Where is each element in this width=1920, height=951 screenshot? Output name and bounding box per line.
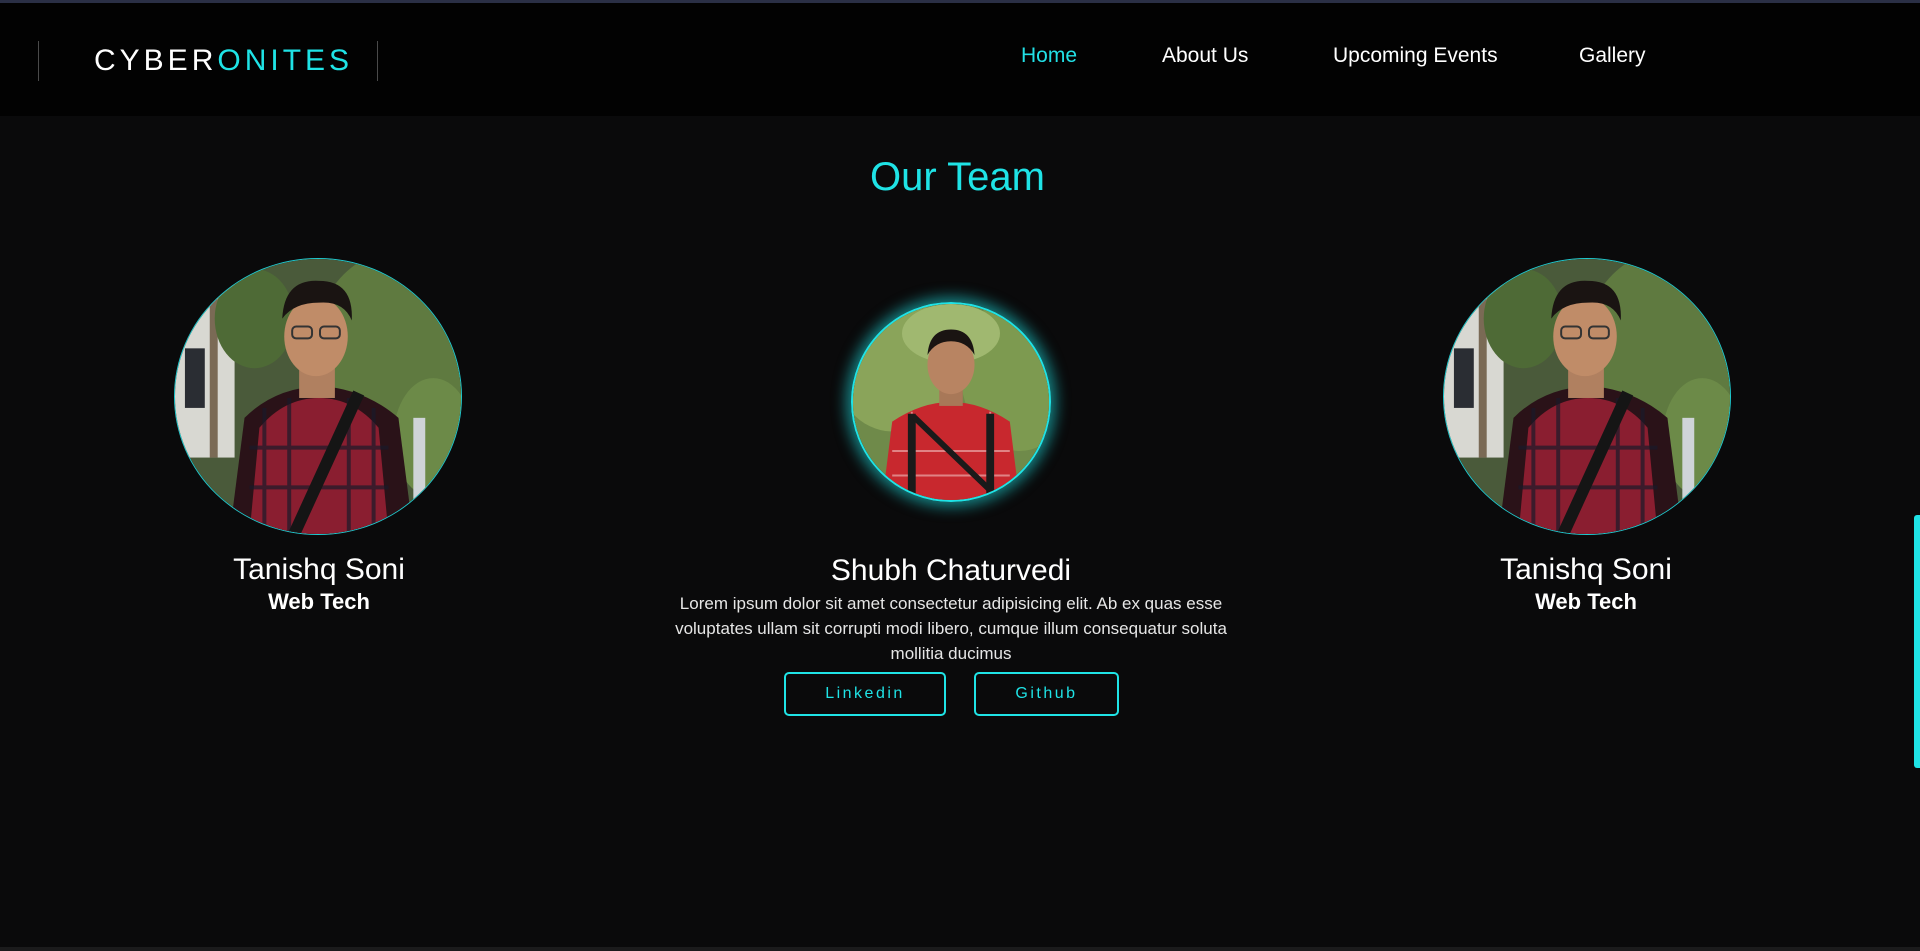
member-name-right: Tanishq Soni [1500, 553, 1672, 586]
member-role-right: Web Tech [1535, 589, 1637, 614]
scrollbar-thumb[interactable] [1914, 515, 1920, 768]
member-name-center: Shubh Chaturvedi [830, 554, 1072, 587]
nav-upcoming-events[interactable]: Upcoming Events [1333, 41, 1498, 71]
navbar: CYBERONITES Home About Us Upcoming Event… [0, 3, 1920, 116]
section-title: Our Team [870, 155, 1045, 199]
brand-divider-right [377, 41, 378, 81]
nav-home[interactable]: Home [1021, 41, 1077, 71]
member-photo-center [851, 302, 1051, 502]
member-photo-right [1443, 258, 1731, 535]
member-name-left: Tanishq Soni [233, 553, 405, 586]
brand-logo[interactable]: CYBERONITES [94, 41, 353, 81]
brand-divider-left [38, 41, 39, 81]
brand-text-primary: CYBER [94, 44, 218, 77]
member-photo-left [174, 258, 462, 535]
brand-text-accent: ONITES [217, 44, 354, 77]
github-button[interactable]: Github [974, 672, 1119, 716]
member-role-left: Web Tech [268, 589, 370, 614]
nav-gallery[interactable]: Gallery [1579, 41, 1646, 71]
page: CYBERONITES Home About Us Upcoming Event… [0, 0, 1920, 951]
nav-about-us[interactable]: About Us [1162, 41, 1248, 71]
member-bio-center: Lorem ipsum dolor sit amet consectetur a… [675, 594, 1227, 663]
linkedin-button[interactable]: Linkedin [784, 672, 946, 716]
bottom-edge [0, 947, 1920, 951]
